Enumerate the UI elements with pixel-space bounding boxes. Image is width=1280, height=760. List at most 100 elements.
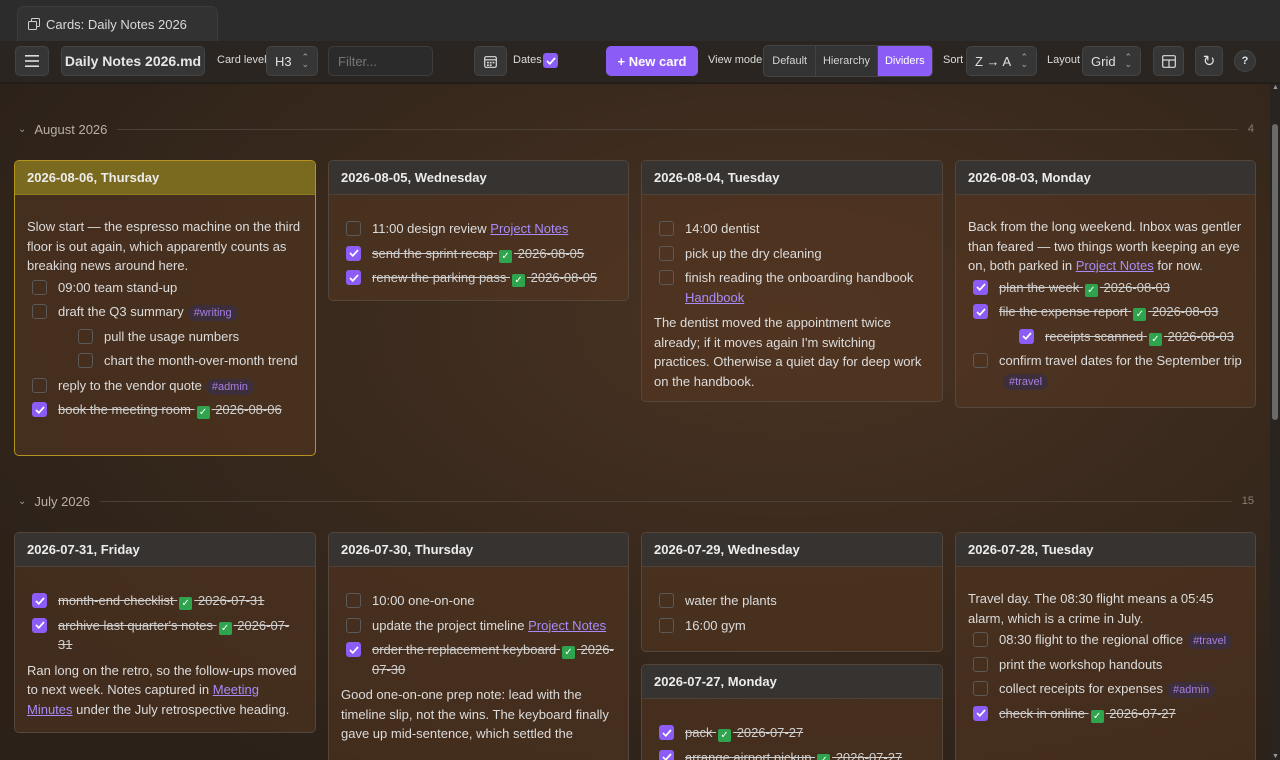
checkbox-checked[interactable]	[1019, 328, 1034, 344]
checkbox[interactable]	[659, 270, 674, 285]
dates-checkbox[interactable]	[543, 53, 558, 68]
note-card[interactable]: 2026-08-03, Monday Back from the long wee…	[955, 160, 1256, 408]
checkbox-checked[interactable]	[346, 270, 361, 285]
checkbox[interactable]	[346, 593, 361, 608]
scroll-down-icon[interactable]: ▼	[1272, 753, 1279, 760]
tab-cards-daily-notes[interactable]: Cards: Daily Notes 2026	[17, 6, 218, 41]
internal-link[interactable]: Project Notes	[490, 221, 568, 236]
view-mode-hierarchy[interactable]: Hierarchy	[816, 46, 878, 76]
checkbox[interactable]	[32, 279, 47, 295]
tag-pill[interactable]: #admin	[205, 378, 254, 395]
note-card[interactable]: 2026-08-05, Wednesday 11:00 design review…	[328, 160, 629, 301]
card-title[interactable]: 2026-07-28, Tuesday	[956, 533, 1255, 567]
copy-icon	[28, 18, 40, 30]
checkbox[interactable]	[973, 632, 988, 647]
scroll-up-icon[interactable]: ▲	[1272, 84, 1279, 91]
card-body: 14:00 dentist pick up the dry cleaning fin…	[642, 195, 942, 401]
task-item: print the workshop handouts	[968, 655, 1243, 675]
checkbox-checked[interactable]	[659, 725, 674, 740]
internal-link[interactable]: Project Notes	[528, 618, 606, 633]
sort-label: Sort	[943, 54, 964, 66]
card-title[interactable]: 2026-08-05, Wednesday	[329, 161, 628, 195]
view-mode-dividers[interactable]: Dividers	[877, 46, 932, 76]
checkbox[interactable]	[659, 593, 674, 608]
checkbox-checked[interactable]	[973, 705, 988, 721]
checkbox[interactable]	[973, 353, 988, 368]
task-text: renew the parking pass ✓ 2026-08-05	[372, 270, 598, 287]
layout-panels-button[interactable]	[1153, 46, 1184, 76]
note-card[interactable]: 2026-07-27, Monday pack ✓ 2026-07-27 arran…	[641, 664, 943, 760]
new-card-button[interactable]: + New card	[606, 46, 698, 76]
chevron-updown-icon: ⌃ ⌄	[1124, 52, 1132, 69]
card-paragraph: Slow start — the espresso machine on the…	[27, 219, 301, 273]
scrollbar-thumb[interactable]	[1272, 124, 1278, 420]
checkbox[interactable]	[973, 656, 988, 672]
group-header-august[interactable]: ⌄ August 2026 4	[18, 121, 1254, 137]
card-paragraph: Travel day. The 08:30 flight means a 05:…	[968, 591, 1214, 626]
internal-link[interactable]: Meeting Minutes	[27, 682, 259, 717]
checkbox[interactable]	[32, 377, 47, 393]
chevron-down-icon[interactable]: ⌄	[18, 496, 26, 507]
card-title[interactable]: 2026-08-06, Thursday	[15, 161, 315, 195]
checkbox[interactable]	[78, 353, 93, 368]
view-mode-default[interactable]: Default	[764, 46, 817, 76]
task-item: collect receipts for expenses #admin	[968, 679, 1243, 699]
task-text: arrange airport pickup ✓ 2026-07-27	[685, 748, 902, 760]
task-item: archive last quarter's notes ✓ 2026-07-3…	[27, 616, 303, 655]
file-selector[interactable]: Daily Notes 2026.md	[61, 46, 205, 76]
menu-button[interactable]	[15, 46, 49, 76]
checkbox-checked[interactable]	[32, 593, 47, 608]
card-title[interactable]: 2026-07-29, Wednesday	[642, 533, 942, 567]
checkbox-checked[interactable]	[32, 402, 47, 417]
card-body: 11:00 design review Project Notes send th…	[329, 195, 628, 300]
checkbox[interactable]	[78, 328, 93, 344]
card-level-select[interactable]: H3 ⌃ ⌄	[266, 46, 318, 76]
internal-link[interactable]: Project Notes	[1076, 258, 1154, 273]
checkbox-checked[interactable]	[32, 617, 47, 633]
done-check-icon: ✓	[817, 753, 831, 760]
chevron-down-icon[interactable]: ⌄	[18, 124, 26, 135]
filter-input[interactable]: Filter...	[328, 46, 433, 76]
card-title[interactable]: 2026-07-31, Friday	[15, 533, 315, 567]
card-title[interactable]: 2026-08-04, Tuesday	[642, 161, 942, 195]
done-check-icon: ✓	[1090, 709, 1104, 723]
note-card[interactable]: 2026-08-04, Tuesday 14:00 dentist pick up …	[641, 160, 943, 402]
note-card[interactable]: 2026-07-30, Thursday 10:00 one-on-one upda…	[328, 532, 629, 760]
scrollbar[interactable]: ▲ ▼	[1270, 84, 1280, 760]
layout-select[interactable]: Grid ⌃ ⌄	[1082, 46, 1141, 76]
calendar-button[interactable]	[474, 46, 507, 76]
checkbox-checked[interactable]	[973, 279, 988, 295]
card-title[interactable]: 2026-07-30, Thursday	[329, 533, 628, 567]
checkbox[interactable]	[659, 617, 674, 633]
checkbox[interactable]	[659, 221, 674, 236]
refresh-button[interactable]: ↻	[1195, 46, 1223, 76]
checkbox-checked[interactable]	[346, 642, 361, 657]
task-item: pull the usage numbers	[73, 327, 303, 347]
checkbox-checked[interactable]	[659, 749, 674, 760]
done-check-icon: ✓	[718, 729, 732, 742]
internal-link[interactable]: Handbook	[685, 290, 744, 305]
note-card[interactable]: 2026-07-31, Friday month-end checklist ✓ …	[14, 532, 316, 733]
checkbox[interactable]	[32, 304, 47, 319]
tag-pill[interactable]: #travel	[1003, 373, 1049, 390]
help-button[interactable]: ?	[1234, 50, 1256, 72]
checkbox-checked[interactable]	[973, 304, 988, 319]
tag-pill[interactable]: #writing	[187, 305, 238, 321]
task-item: renew the parking pass ✓ 2026-08-05	[341, 268, 616, 288]
tag-pill[interactable]: #admin	[1167, 682, 1216, 698]
chevron-updown-icon: ⌃ ⌄	[1020, 52, 1028, 69]
checkbox[interactable]	[346, 617, 361, 633]
note-card[interactable]: 2026-08-06, Thursday Slow start — the esp…	[14, 160, 316, 456]
card-title[interactable]: 2026-08-03, Monday	[956, 161, 1255, 195]
card-title[interactable]: 2026-07-27, Monday	[642, 665, 942, 699]
checkbox[interactable]	[346, 221, 361, 236]
note-card[interactable]: 2026-07-29, Wednesday water the plants 16:…	[641, 532, 943, 652]
sort-select[interactable]: Z → A ⌃ ⌄	[966, 46, 1037, 76]
tag-pill[interactable]: #travel	[1187, 633, 1233, 649]
card-body: month-end checklist ✓ 2026-07-31 archive …	[15, 567, 315, 729]
note-card[interactable]: 2026-07-28, Tuesday Travel day. The 08:30…	[955, 532, 1256, 760]
checkbox[interactable]	[973, 681, 988, 696]
checkbox-checked[interactable]	[346, 245, 361, 261]
checkbox[interactable]	[659, 245, 674, 261]
group-header-july[interactable]: ⌄ July 2026 15	[18, 493, 1254, 509]
